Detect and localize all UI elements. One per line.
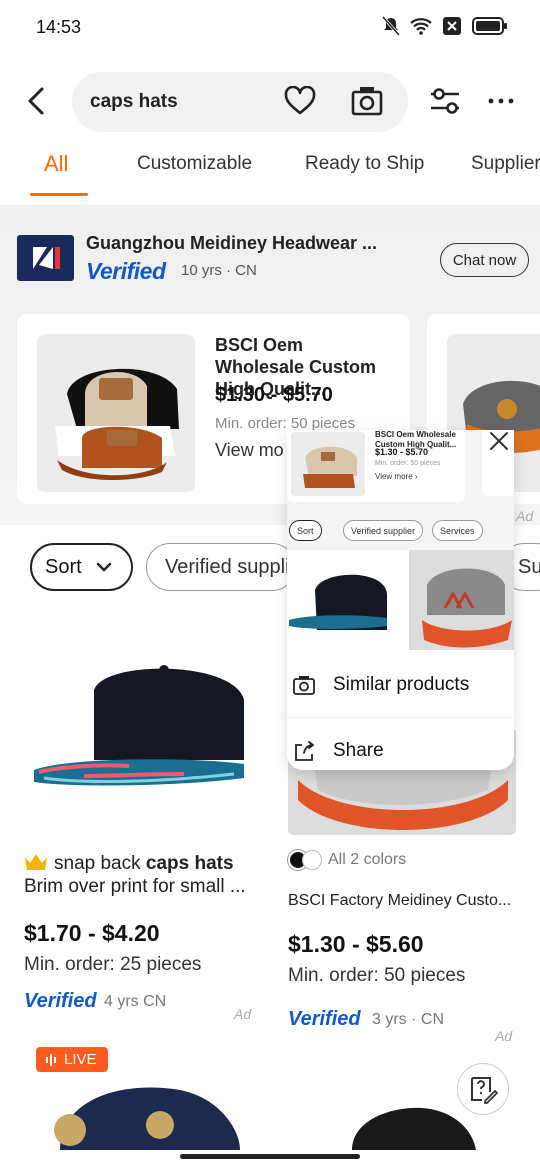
similar-products-item[interactable]: Similar products [287, 652, 514, 718]
share-icon [295, 741, 314, 761]
similar-products-label: Similar products [333, 674, 470, 695]
status-bar: 14:53 [0, 0, 540, 56]
wifi-icon [410, 18, 432, 35]
verified-supplier-label: Verified suppli [165, 555, 290, 578]
category-tabs: All Customizable Ready to Ship Supplier [0, 148, 540, 198]
product-price: $1.70 - $4.20 [24, 920, 160, 946]
colors-row[interactable]: All 2 colors [288, 850, 406, 870]
share-label: Share [333, 740, 384, 761]
ad-label: Ad [516, 508, 534, 524]
ad-label: Ad [234, 1006, 252, 1022]
product-title-bold: caps hats [145, 853, 234, 874]
more-options-icon[interactable] [488, 98, 514, 104]
camera-search-icon [293, 676, 315, 695]
preview-moq: Min. order: 50 pieces [375, 460, 441, 467]
popup-preview: BSCI Oem Wholesale Custom High Qualit...… [287, 430, 514, 650]
product-price: $1.30 - $5.70 [215, 384, 333, 406]
sim-blocked-icon [443, 17, 461, 35]
tab-supplier[interactable]: Supplier [471, 153, 540, 175]
preview-price: $1.30 - $5.70 [375, 447, 429, 457]
camera-search-icon[interactable] [350, 85, 384, 117]
status-time: 14:53 [36, 17, 82, 37]
chevron-down-icon [96, 562, 111, 572]
preview-chip-sort: Sort [289, 520, 322, 541]
product-moq: Min. order: 50 pieces [288, 965, 466, 986]
view-more-link[interactable]: View mo [215, 440, 284, 461]
chat-now-button[interactable]: Chat now [440, 243, 529, 277]
live-label: LIVE [64, 1051, 97, 1068]
search-row: caps hats [0, 70, 540, 134]
product-moq: Min. order: 25 pieces [24, 954, 202, 975]
product-image-navy-cap [54, 1087, 240, 1150]
verified-badge: Verified [24, 990, 97, 1012]
preview-card: BSCI Oem Wholesale Custom High Qualit...… [287, 430, 465, 502]
bell-muted-icon [382, 16, 400, 36]
sort-label: Sort [45, 555, 82, 578]
long-press-popup: BSCI Oem Wholesale Custom High Qualit...… [287, 430, 514, 770]
verified-badge: Verified [86, 258, 166, 284]
tab-customizable[interactable]: Customizable [137, 153, 252, 175]
color-swatch-white [302, 850, 322, 870]
tab-all[interactable]: All [44, 151, 68, 177]
preview-chip-verified: Verified supplier [343, 520, 424, 541]
search-box[interactable]: caps hats [72, 72, 408, 132]
preview-chip-services: Services [432, 520, 483, 541]
back-arrow-icon[interactable] [22, 86, 52, 116]
product-image [37, 334, 195, 492]
bottom-product-row: LIVE [0, 1040, 540, 1150]
colors-label: All 2 colors [328, 851, 407, 868]
services-label: Su [518, 555, 540, 578]
product-title-prefix: snap back [54, 853, 146, 874]
sort-chip[interactable]: Sort [30, 543, 133, 591]
help-feedback-icon [471, 1077, 498, 1104]
verified-supplier-chip[interactable]: Verified suppli [146, 543, 296, 591]
share-item[interactable]: Share [287, 718, 514, 770]
verified-badge: Verified [288, 1008, 361, 1030]
color-swatches [288, 850, 322, 870]
tab-ready-to-ship[interactable]: Ready to Ship [305, 153, 424, 175]
product-title: snap back caps hats Brim over print for … [24, 852, 264, 898]
preview-view-more: View more › [375, 472, 418, 481]
product-title-line2: Brim over print for small ... [24, 876, 246, 897]
crown-icon [25, 854, 47, 870]
live-icon [46, 1053, 56, 1066]
supplier-logo[interactable] [17, 235, 74, 281]
supplier-meta: 4 yrs CN [104, 993, 167, 1010]
preview-image [291, 432, 365, 496]
supplier-name[interactable]: Guangzhou Meidiney Headwear ... [86, 233, 376, 254]
product-title: BSCI Factory Meidiney Custo... [288, 892, 512, 909]
product-price: $1.30 - $5.60 [288, 931, 424, 957]
filter-icon[interactable] [428, 86, 462, 116]
status-icons [382, 16, 508, 36]
supplier-meta: 3 yrs · CN [372, 1011, 444, 1028]
live-badge: LIVE [36, 1047, 108, 1072]
supplier-logo-mark [33, 247, 60, 269]
search-query[interactable]: caps hats [90, 91, 178, 113]
home-indicator [180, 1154, 360, 1159]
product-image-snapback [24, 620, 256, 850]
preview-images [287, 550, 514, 650]
close-icon[interactable] [488, 430, 510, 452]
tab-active-indicator [30, 193, 88, 196]
help-button[interactable] [457, 1063, 509, 1115]
heart-icon[interactable] [284, 86, 316, 116]
supplier-meta: 10 yrs · CN [181, 262, 257, 279]
battery-icon [472, 17, 507, 35]
product-image-mesh-cap [352, 1107, 476, 1150]
